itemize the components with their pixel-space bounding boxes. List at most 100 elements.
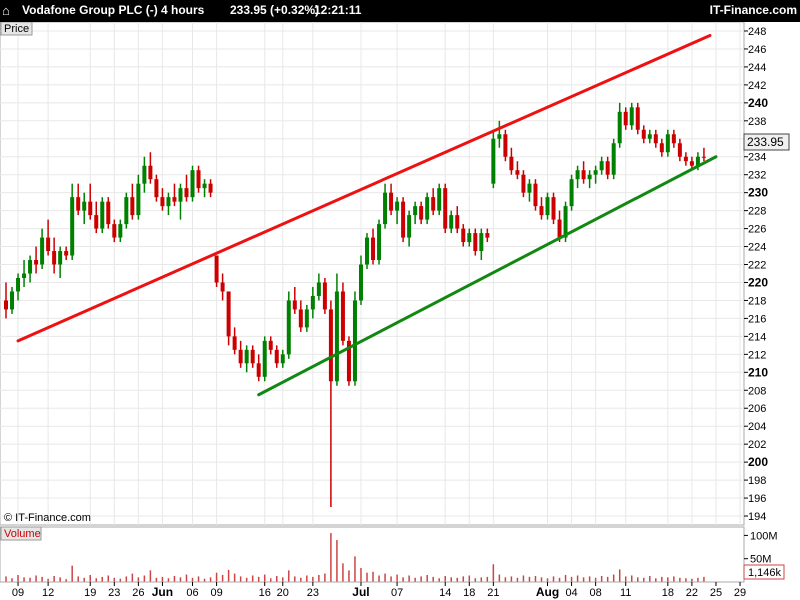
time-tick-label: 25 — [710, 587, 722, 599]
time-tick-label: 22 — [686, 587, 698, 599]
price-tick-label: 226 — [748, 224, 766, 236]
candle-body — [340, 291, 345, 341]
price-tick-label: 230 — [748, 186, 768, 200]
candle-body — [509, 156, 514, 171]
candle-body — [268, 340, 273, 350]
time-tick-label: 21 — [487, 587, 499, 599]
price-axis: 194 196 198 200 202 204 206 208 210 212 214 216 218 2… — [744, 26, 768, 523]
candle-body — [118, 224, 123, 238]
price-tick-label: 214 — [748, 331, 766, 343]
candle-body — [82, 201, 87, 211]
price-tick-label: 204 — [748, 421, 766, 433]
candle-body — [485, 233, 490, 238]
candle-body — [539, 206, 544, 216]
volume-panel — [0, 526, 745, 583]
candle-body — [160, 197, 165, 207]
price-tick-label: 196 — [748, 493, 766, 505]
price-tick-label: 232 — [748, 170, 766, 182]
candlestick-chart: 1941961982002022042062082102122142162182… — [0, 22, 790, 599]
candle-body — [599, 161, 604, 171]
candle-body — [40, 237, 45, 265]
candle-body — [431, 197, 436, 211]
candle-body — [106, 201, 111, 225]
home-icon[interactable]: ⌂ — [2, 3, 10, 18]
price-panel — [0, 22, 745, 526]
candle-body — [130, 197, 135, 216]
time-tick-label: 19 — [84, 587, 96, 599]
candle-body — [671, 134, 676, 144]
candle-body — [232, 336, 237, 350]
candle-body — [16, 277, 21, 292]
candle-body — [304, 309, 309, 328]
candle-body — [112, 224, 117, 238]
candle-body — [172, 197, 177, 202]
quote-time: 12:21:11 — [314, 3, 362, 17]
candle-body — [407, 215, 412, 238]
price-panel-label: Price — [4, 23, 29, 35]
candle-body — [286, 300, 291, 355]
candle-body — [322, 282, 327, 310]
candle-body — [298, 309, 303, 328]
price-tick-label: 212 — [748, 349, 766, 361]
candle-body — [389, 192, 394, 211]
candle-body — [292, 300, 297, 310]
candle-body — [238, 349, 243, 364]
price-tick-label: 248 — [748, 26, 766, 38]
time-tick-label: 12 — [42, 587, 54, 599]
candle-body — [34, 260, 39, 265]
candle-body — [587, 174, 592, 180]
price-tick-label: 210 — [748, 365, 768, 379]
price-tick-label: 198 — [748, 475, 766, 487]
time-tick-label: 09 — [12, 587, 24, 599]
price-tick-label: 208 — [748, 385, 766, 397]
candle-body — [683, 156, 688, 162]
candle-body — [593, 170, 598, 175]
candle-body — [647, 134, 652, 139]
last-volume-value: 1,146k — [748, 567, 782, 579]
candle-body — [28, 260, 33, 274]
candle-body — [70, 197, 75, 256]
time-tick-label: 23 — [108, 587, 120, 599]
timeframe: 4 hours — [161, 3, 205, 17]
candle-body — [557, 219, 562, 238]
candle-body — [154, 179, 159, 198]
candle-body — [533, 183, 538, 207]
price-tick-label: 238 — [748, 116, 766, 128]
candle-body — [545, 197, 550, 216]
candle-body — [437, 188, 442, 211]
candle-body — [473, 233, 478, 252]
brand-logo[interactable]: IT-Finance.com — [710, 3, 797, 17]
time-tick-label: 20 — [277, 587, 289, 599]
price-tick-label: 246 — [748, 44, 766, 56]
candle-body — [226, 291, 231, 337]
time-tick-label: 08 — [590, 587, 602, 599]
candle-body — [274, 349, 279, 364]
candle-body — [365, 237, 369, 265]
time-tick-label: 18 — [662, 587, 674, 599]
candle-body — [569, 179, 574, 207]
candle-body — [677, 143, 682, 157]
candle-body — [334, 291, 339, 382]
time-axis: 09 12 19 23 26 Jun 06 09 16 20 23 Jul 07 14 18 21 Aug 04 0… — [12, 582, 746, 599]
candle-body — [46, 237, 51, 252]
price-tick-label: 244 — [748, 62, 766, 74]
candle-body — [142, 165, 147, 184]
time-tick-label: 11 — [620, 587, 631, 599]
time-tick-label: 16 — [259, 587, 271, 599]
candle-body — [689, 161, 694, 166]
candle-body — [214, 255, 219, 283]
candle-body — [64, 251, 69, 256]
candle-body — [100, 201, 105, 229]
candle-body — [310, 295, 315, 310]
candle-body — [497, 134, 502, 139]
candle-body — [256, 363, 261, 377]
candle-body — [52, 251, 57, 265]
price-tick-label: 220 — [748, 275, 768, 289]
candle-body — [629, 107, 634, 126]
candle-body — [358, 264, 363, 301]
candle-body — [479, 233, 484, 252]
candle-body — [371, 237, 376, 261]
candle-body — [76, 197, 81, 211]
candle-body — [449, 215, 454, 229]
candle-body — [196, 170, 201, 189]
